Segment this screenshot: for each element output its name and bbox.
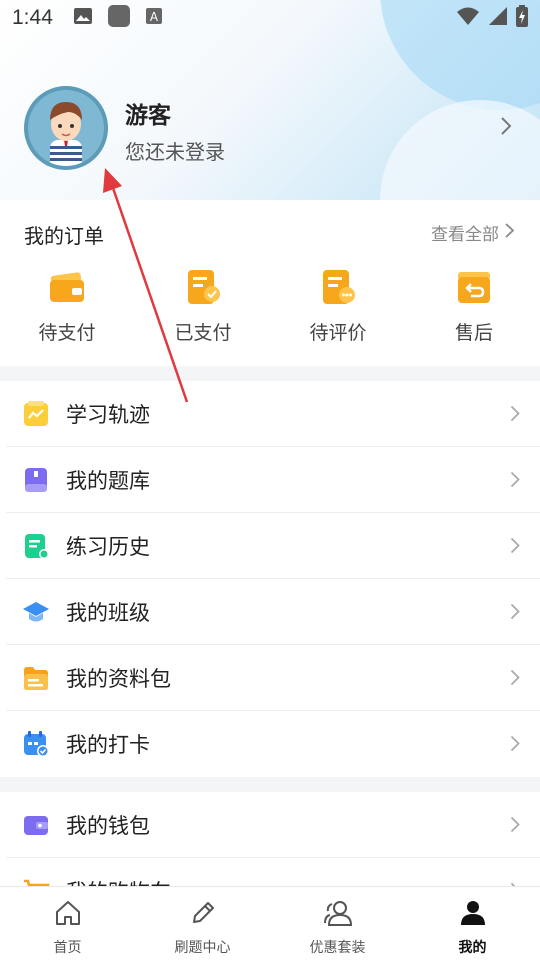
login-hint[interactable]: 您还未登录 <box>125 136 225 165</box>
menu-item-practice-history[interactable]: 练习历史 <box>6 513 540 579</box>
order-after-sales[interactable]: 售后 <box>424 268 524 345</box>
bottom-tab-bar: 首页 刷题中心 优惠套装 我的 <box>0 886 540 960</box>
tab-label: 刷题中心 <box>174 940 231 956</box>
status-time: 1:44 <box>12 6 53 29</box>
chevron-right-icon <box>510 603 520 624</box>
person-icon <box>459 899 487 931</box>
order-item-label: 售后 <box>454 322 493 344</box>
order-pending-review[interactable]: 待评价 <box>288 268 388 345</box>
menu-group-study: 学习轨迹 我的题库 练习历史 我的班级 我的资料包 我的打卡 <box>0 381 540 777</box>
menu-item-wallet[interactable]: 我的钱包 <box>6 792 540 858</box>
battery-icon <box>516 4 528 32</box>
trend-icon <box>22 400 50 428</box>
tab-label: 优惠套装 <box>309 940 366 956</box>
tab-bundles[interactable]: 优惠套装 <box>270 887 405 960</box>
chevron-right-icon <box>510 735 520 756</box>
wallet-icon <box>48 268 86 306</box>
view-all-label: 查看全部 <box>431 225 499 245</box>
order-item-label: 待支付 <box>38 322 96 344</box>
order-item-label: 待评价 <box>309 322 367 344</box>
app-notification-icon <box>107 4 131 33</box>
menu-item-materials[interactable]: 我的资料包 <box>6 645 540 711</box>
profile-name[interactable]: 游客 <box>125 96 171 130</box>
header-decoration <box>380 100 540 200</box>
menu-item-label: 我的打卡 <box>66 733 150 757</box>
cart-icon <box>22 877 50 886</box>
menu-item-label: 学习轨迹 <box>66 402 150 427</box>
chevron-right-icon[interactable] <box>500 116 512 140</box>
tab-label: 我的 <box>458 940 487 956</box>
order-pending-payment[interactable]: 待支付 <box>17 268 117 345</box>
calendar-check-icon <box>22 730 50 758</box>
signal-icon <box>488 6 508 31</box>
paid-icon <box>184 268 222 306</box>
image-notification-icon <box>73 6 93 30</box>
keyboard-notification-icon: A <box>145 6 163 30</box>
menu-item-check-in[interactable]: 我的打卡 <box>6 711 540 777</box>
svg-text:A: A <box>150 10 159 24</box>
tab-label: 首页 <box>53 940 82 956</box>
menu-item-question-bank[interactable]: 我的题库 <box>6 447 540 513</box>
question-bank-icon <box>22 466 50 494</box>
home-icon <box>54 899 82 931</box>
users-icon <box>322 899 354 931</box>
chevron-right-icon <box>510 471 520 492</box>
chevron-right-icon <box>510 537 520 558</box>
menu-item-learning-track[interactable]: 学习轨迹 <box>6 381 540 447</box>
menu-item-label: 我的资料包 <box>66 666 171 691</box>
menu-item-label: 我的班级 <box>66 600 150 625</box>
after-sales-icon <box>455 268 493 306</box>
menu-item-label: 我的钱包 <box>66 813 150 838</box>
practice-history-icon <box>22 532 50 560</box>
menu-group-account: 我的钱包 我的购物车 <box>0 792 540 886</box>
wifi-icon <box>456 6 480 31</box>
menu-item-label: 我的购物车 <box>66 876 171 886</box>
wallet-card-icon <box>22 811 50 839</box>
chevron-right-icon <box>510 405 520 426</box>
tab-home[interactable]: 首页 <box>0 887 135 960</box>
tab-mine[interactable]: 我的 <box>405 887 540 960</box>
chevron-right-icon <box>505 222 515 243</box>
graduation-cap-icon <box>22 598 50 626</box>
order-item-label: 已支付 <box>174 322 232 344</box>
pencil-icon <box>189 899 217 931</box>
menu-item-my-class[interactable]: 我的班级 <box>6 579 540 645</box>
orders-title: 我的订单 <box>24 224 104 248</box>
view-all-orders-link[interactable]: 查看全部 <box>431 220 515 245</box>
chevron-right-icon <box>510 669 520 690</box>
menu-item-label: 我的题库 <box>66 468 150 493</box>
chevron-right-icon <box>510 816 520 837</box>
menu-item-label: 练习历史 <box>66 534 150 559</box>
status-bar: 1:44 A <box>0 0 540 36</box>
tab-practice-center[interactable]: 刷题中心 <box>135 887 270 960</box>
folder-icon <box>22 664 50 692</box>
order-paid[interactable]: 已支付 <box>153 268 253 345</box>
menu-item-cart[interactable]: 我的购物车 <box>6 858 540 886</box>
orders-section: 我的订单 查看全部 待支付 已支付 待评价 售后 <box>0 200 540 366</box>
review-icon <box>319 268 357 306</box>
avatar[interactable] <box>24 86 108 170</box>
